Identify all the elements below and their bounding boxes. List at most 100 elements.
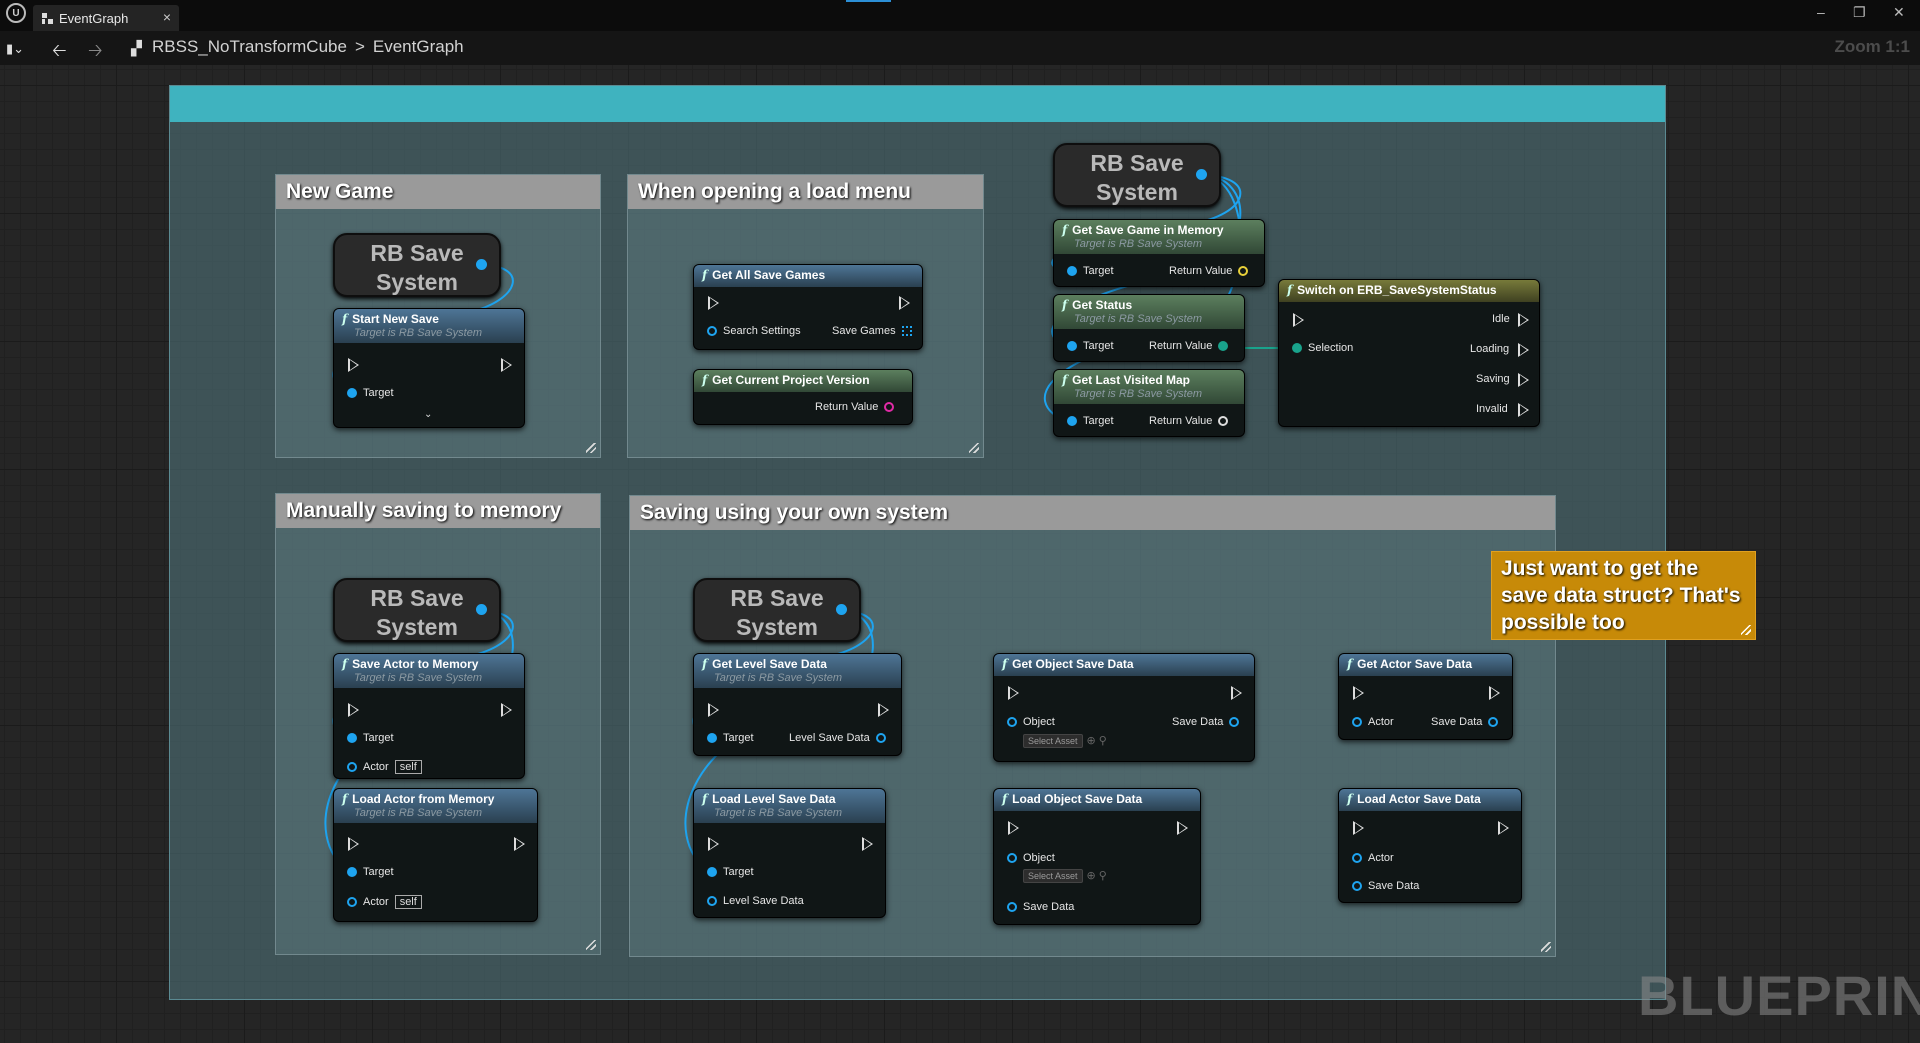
select-asset-dropdown[interactable]: Select Asset — [1023, 869, 1083, 883]
exec-out-pin[interactable] — [1518, 403, 1529, 417]
resize-handle-icon[interactable] — [969, 443, 979, 453]
exec-out-pin[interactable] — [1177, 821, 1188, 835]
exec-in-pin[interactable] — [1353, 686, 1364, 700]
comment-title[interactable]: Saving using your own system — [630, 496, 1555, 530]
object-pin[interactable] — [1007, 717, 1017, 728]
node-save-actor-to-memory[interactable]: f Save Actor to Memory Target is RB Save S… — [333, 653, 525, 779]
close-tab-icon[interactable]: × — [163, 9, 171, 25]
select-asset-dropdown[interactable]: Select Asset — [1023, 734, 1083, 748]
actor-default-input[interactable]: self — [394, 760, 422, 774]
exec-in-pin[interactable] — [1353, 821, 1364, 835]
maximize-button[interactable]: ❐ — [1853, 4, 1866, 21]
level-save-data-pin[interactable] — [875, 733, 886, 744]
breadcrumb-graph[interactable]: EventGraph — [373, 37, 464, 57]
exec-out-pin[interactable] — [1518, 313, 1529, 327]
target-pin[interactable] — [1067, 416, 1077, 427]
browse-icon[interactable]: ⊕ ⚲ — [1087, 870, 1107, 882]
chevron-down-icon[interactable]: ⌄ — [424, 409, 432, 420]
bookmark-icon[interactable]: ▮⌄ — [6, 41, 24, 57]
exec-in-pin[interactable] — [348, 703, 359, 717]
output-pin[interactable] — [476, 604, 487, 615]
target-pin[interactable] — [347, 388, 357, 399]
node-get-level-save-data[interactable]: f Get Level Save Data Target is RB Save Sy… — [693, 653, 902, 756]
node-get-current-project-version[interactable]: f Get Current Project Version Return Valu… — [693, 369, 913, 425]
target-pin[interactable] — [1067, 266, 1077, 277]
node-load-level-save-data[interactable]: f Load Level Save Data Target is RB Save S… — [693, 788, 886, 918]
return-value-pin[interactable] — [1238, 266, 1249, 277]
node-get-last-visited-map[interactable]: f Get Last Visited Map Target is RB Save S… — [1053, 369, 1245, 437]
actor-pin[interactable] — [1352, 717, 1362, 728]
minimize-button[interactable]: – — [1817, 4, 1825, 20]
node-get-object-save-data[interactable]: f Get Object Save Data Object Select Asse… — [993, 653, 1255, 762]
exec-out-pin[interactable] — [1518, 373, 1529, 387]
exec-in-pin[interactable] — [1008, 686, 1019, 700]
save-data-pin[interactable] — [1229, 717, 1240, 728]
output-pin[interactable] — [476, 259, 487, 270]
node-load-actor-save-data[interactable]: f Load Actor Save Data Actor Save Data — [1338, 788, 1522, 903]
close-window-button[interactable]: ✕ — [1893, 4, 1905, 21]
node-load-actor-from-memory[interactable]: f Load Actor from Memory Target is RB Save… — [333, 788, 538, 922]
resize-handle-icon[interactable] — [1741, 625, 1751, 635]
back-arrow-icon[interactable]: 🡠 — [52, 38, 67, 68]
selection-pin[interactable] — [1292, 343, 1302, 354]
rb-save-system-variable[interactable]: RB Save System — [693, 578, 861, 642]
node-load-object-save-data[interactable]: f Load Object Save Data Object Select Ass… — [993, 788, 1201, 925]
resize-handle-icon[interactable] — [1541, 942, 1551, 952]
node-get-status[interactable]: f Get Status Target is RB Save System Targ… — [1053, 294, 1245, 362]
breadcrumb-asset[interactable]: RBSS_NoTransformCube — [152, 37, 347, 57]
node-get-all-save-games[interactable]: f Get All Save Games Search Settings Save… — [693, 264, 923, 350]
return-value-pin[interactable] — [1218, 416, 1229, 427]
exec-out-pin[interactable] — [1489, 686, 1500, 700]
exec-out-pin[interactable] — [1518, 343, 1529, 357]
resize-handle-icon[interactable] — [586, 443, 596, 453]
exec-in-pin[interactable] — [708, 296, 719, 310]
node-switch-status[interactable]: f Switch on ERB_SaveSystemStatus Selectio… — [1278, 279, 1540, 427]
save-data-pin[interactable] — [1352, 881, 1362, 892]
rb-save-system-variable[interactable]: RB Save System — [1053, 143, 1221, 207]
save-games-array-pin[interactable] — [901, 326, 912, 337]
target-pin[interactable] — [347, 867, 357, 878]
actor-pin[interactable] — [347, 762, 357, 772]
exec-in-pin[interactable] — [1293, 313, 1304, 327]
rb-save-system-variable[interactable]: RB Save System — [333, 233, 501, 297]
return-value-pin[interactable] — [884, 402, 895, 413]
exec-in-pin[interactable] — [708, 837, 719, 851]
target-pin[interactable] — [347, 733, 357, 744]
node-get-actor-save-data[interactable]: f Get Actor Save Data Actor Save Data — [1338, 653, 1513, 740]
browse-icon[interactable]: ⊕ ⚲ — [1087, 735, 1107, 747]
exec-out-pin[interactable] — [1498, 821, 1509, 835]
exec-in-pin[interactable] — [348, 837, 359, 851]
comment-title[interactable]: New Game — [276, 175, 600, 209]
target-pin[interactable] — [707, 867, 717, 878]
save-data-pin[interactable] — [1007, 902, 1017, 913]
search-settings-pin[interactable] — [707, 326, 717, 337]
exec-out-pin[interactable] — [899, 296, 910, 310]
exec-out-pin[interactable] — [514, 837, 525, 851]
resize-handle-icon[interactable] — [586, 940, 596, 950]
object-pin[interactable] — [1007, 853, 1017, 864]
target-pin[interactable] — [1067, 341, 1077, 352]
exec-out-pin[interactable] — [501, 358, 512, 372]
target-pin[interactable] — [707, 733, 717, 744]
node-start-new-save[interactable]: f Start New Save Target is RB Save System … — [333, 308, 525, 428]
exec-in-pin[interactable] — [348, 358, 359, 372]
exec-out-pin[interactable] — [501, 703, 512, 717]
comment-note[interactable]: Just want to get the save data struct? T… — [1491, 551, 1756, 640]
exec-out-pin[interactable] — [1231, 686, 1242, 700]
exec-in-pin[interactable] — [708, 703, 719, 717]
exec-out-pin[interactable] — [862, 837, 873, 851]
output-pin[interactable] — [1196, 169, 1207, 180]
save-data-pin[interactable] — [1488, 717, 1499, 728]
node-get-save-game-in-memory[interactable]: f Get Save Game in Memory Target is RB Sav… — [1053, 219, 1265, 287]
actor-pin[interactable] — [347, 897, 357, 907]
forward-arrow-icon[interactable]: 🡢 — [88, 38, 103, 68]
tab-eventgraph[interactable]: EventGraph × — [33, 5, 179, 31]
comment-title[interactable]: When opening a load menu — [628, 175, 983, 209]
return-value-pin[interactable] — [1218, 341, 1229, 352]
output-pin[interactable] — [836, 604, 847, 615]
exec-in-pin[interactable] — [1008, 821, 1019, 835]
actor-default-input[interactable]: self — [394, 895, 422, 909]
main-comment-header[interactable] — [170, 86, 1665, 122]
actor-pin[interactable] — [1352, 853, 1362, 864]
unreal-logo-icon[interactable]: U — [6, 3, 26, 23]
